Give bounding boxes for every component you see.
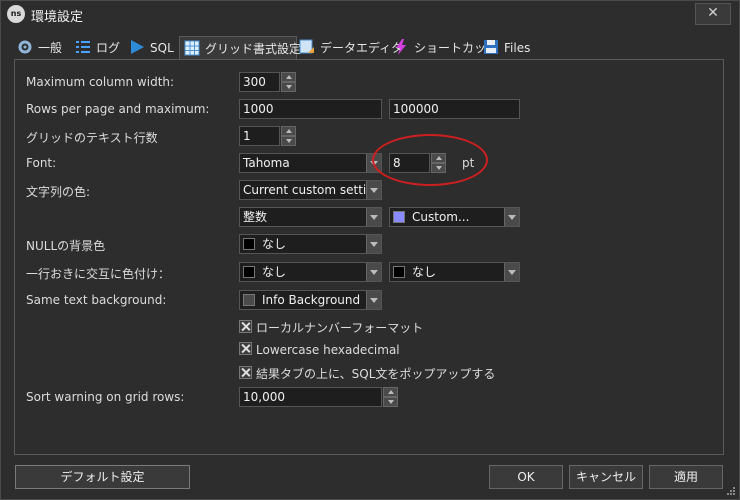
chevron-down-icon[interactable] xyxy=(366,208,381,226)
checkbox-label: ローカルナンバーフォーマット xyxy=(256,321,424,335)
null-background-label: NULLの背景色 xyxy=(26,239,106,253)
sort-warning-label: Sort warning on grid rows: xyxy=(26,390,185,404)
tab-grid-format[interactable]: グリッド書式設定 xyxy=(179,36,301,61)
close-button[interactable]: ✕ xyxy=(695,3,731,25)
tab-data-editor[interactable]: データエディタ xyxy=(299,38,403,59)
color-swatch xyxy=(393,211,405,223)
string-color-label: 文字列の色: xyxy=(26,185,91,199)
tab-label: SQL xyxy=(150,41,174,55)
tab-sql[interactable]: SQL xyxy=(129,38,174,59)
font-value: Tahoma xyxy=(243,156,290,170)
data-type-value: 整数 xyxy=(243,210,268,224)
spin-down-icon[interactable] xyxy=(383,397,398,407)
text-rows-spinner[interactable] xyxy=(281,126,296,146)
tab-files[interactable]: Files xyxy=(483,38,530,59)
play-icon xyxy=(131,40,144,54)
spin-up-icon[interactable] xyxy=(281,126,296,136)
alternate-color-value-2: なし xyxy=(412,265,437,279)
checkbox-checked-icon[interactable] xyxy=(239,342,252,355)
null-background-value: なし xyxy=(262,237,287,251)
spin-up-icon[interactable] xyxy=(383,387,398,397)
lowercase-hex-checkbox[interactable]: Lowercase hexadecimal xyxy=(239,342,400,357)
settings-window: ns 環境設定 ✕ 一般 ログ SQL グリッド書式設定 データエディタ ショー… xyxy=(0,0,740,500)
type-color-select[interactable]: Custom... xyxy=(389,207,520,227)
save-icon xyxy=(484,40,498,54)
text-rows-input[interactable]: 1 xyxy=(239,126,280,146)
chevron-down-icon[interactable] xyxy=(366,235,381,253)
popup-sql-checkbox[interactable]: 結果タブの上に、SQL文をポップアップする xyxy=(239,365,495,382)
chevron-down-icon[interactable] xyxy=(366,181,381,199)
checkbox-label: Lowercase hexadecimal xyxy=(256,343,400,357)
lightning-icon xyxy=(396,39,406,55)
type-color-value: Custom... xyxy=(412,210,470,224)
chevron-down-icon[interactable] xyxy=(504,208,519,226)
chevron-down-icon[interactable] xyxy=(504,263,519,281)
tab-log[interactable]: ログ xyxy=(75,38,120,59)
tab-label: ログ xyxy=(96,41,121,55)
font-select[interactable]: Tahoma xyxy=(239,153,382,173)
max-column-width-spinner[interactable] xyxy=(281,72,296,92)
alternate-color-select-2[interactable]: なし xyxy=(389,262,520,282)
sort-warning-input[interactable]: 10,000 xyxy=(239,387,382,407)
list-icon xyxy=(76,41,90,53)
font-label: Font: xyxy=(26,156,57,170)
same-text-background-label: Same text background: xyxy=(26,293,167,307)
string-color-value: Current custom setting xyxy=(243,183,382,197)
chevron-down-icon[interactable] xyxy=(366,263,381,281)
color-swatch xyxy=(243,294,255,306)
tab-general[interactable]: 一般 xyxy=(17,38,62,59)
same-text-background-select[interactable]: Info Background xyxy=(239,290,382,310)
spin-down-icon[interactable] xyxy=(281,136,296,146)
rows-maximum-input[interactable]: 100000 xyxy=(389,99,520,119)
sort-warning-spinner[interactable] xyxy=(383,387,398,407)
color-swatch xyxy=(243,266,255,278)
ok-button[interactable]: OK xyxy=(489,465,563,489)
local-number-format-checkbox[interactable]: ローカルナンバーフォーマット xyxy=(239,319,423,336)
alternate-color-select-1[interactable]: なし xyxy=(239,262,382,282)
max-column-width-label: Maximum column width: xyxy=(26,75,175,89)
gear-icon xyxy=(18,40,32,54)
apply-button[interactable]: 適用 xyxy=(649,465,723,489)
cancel-button[interactable]: キャンセル xyxy=(569,465,643,489)
data-type-select[interactable]: 整数 xyxy=(239,207,382,227)
tab-label: Files xyxy=(504,41,531,55)
text-rows-label: グリッドのテキスト行数 xyxy=(26,131,158,145)
alternate-color-label: 一行おきに交互に色付け： xyxy=(26,267,171,281)
highlight-circle xyxy=(372,134,488,186)
alternate-color-value-1: なし xyxy=(262,265,287,279)
grid-icon xyxy=(184,40,200,56)
color-swatch xyxy=(393,266,405,278)
checkbox-label: 結果タブの上に、SQL文をポップアップする xyxy=(256,367,496,381)
tab-label: データエディタ xyxy=(320,41,404,55)
resize-grip-icon[interactable] xyxy=(726,486,736,496)
color-swatch xyxy=(243,238,255,250)
title-bar: ns 環境設定 ✕ xyxy=(1,1,739,27)
rows-per-page-input[interactable]: 1000 xyxy=(239,99,382,119)
checkbox-checked-icon[interactable] xyxy=(239,366,252,379)
string-color-select[interactable]: Current custom setting xyxy=(239,180,382,200)
default-settings-button[interactable]: デフォルト設定 xyxy=(15,465,190,489)
rows-per-page-label: Rows per page and maximum: xyxy=(26,102,210,116)
tab-label: 一般 xyxy=(38,41,63,55)
null-background-select[interactable]: なし xyxy=(239,234,382,254)
spin-up-icon[interactable] xyxy=(281,72,296,82)
app-logo-icon: ns xyxy=(7,5,25,23)
chevron-down-icon[interactable] xyxy=(366,291,381,309)
data-editor-icon xyxy=(299,39,314,54)
window-title: 環境設定 xyxy=(31,10,84,25)
tab-label: グリッド書式設定 xyxy=(205,42,302,56)
max-column-width-input[interactable]: 300 xyxy=(239,72,280,92)
spin-down-icon[interactable] xyxy=(281,82,296,92)
checkbox-checked-icon[interactable] xyxy=(239,320,252,333)
same-text-background-value: Info Background xyxy=(262,293,361,307)
